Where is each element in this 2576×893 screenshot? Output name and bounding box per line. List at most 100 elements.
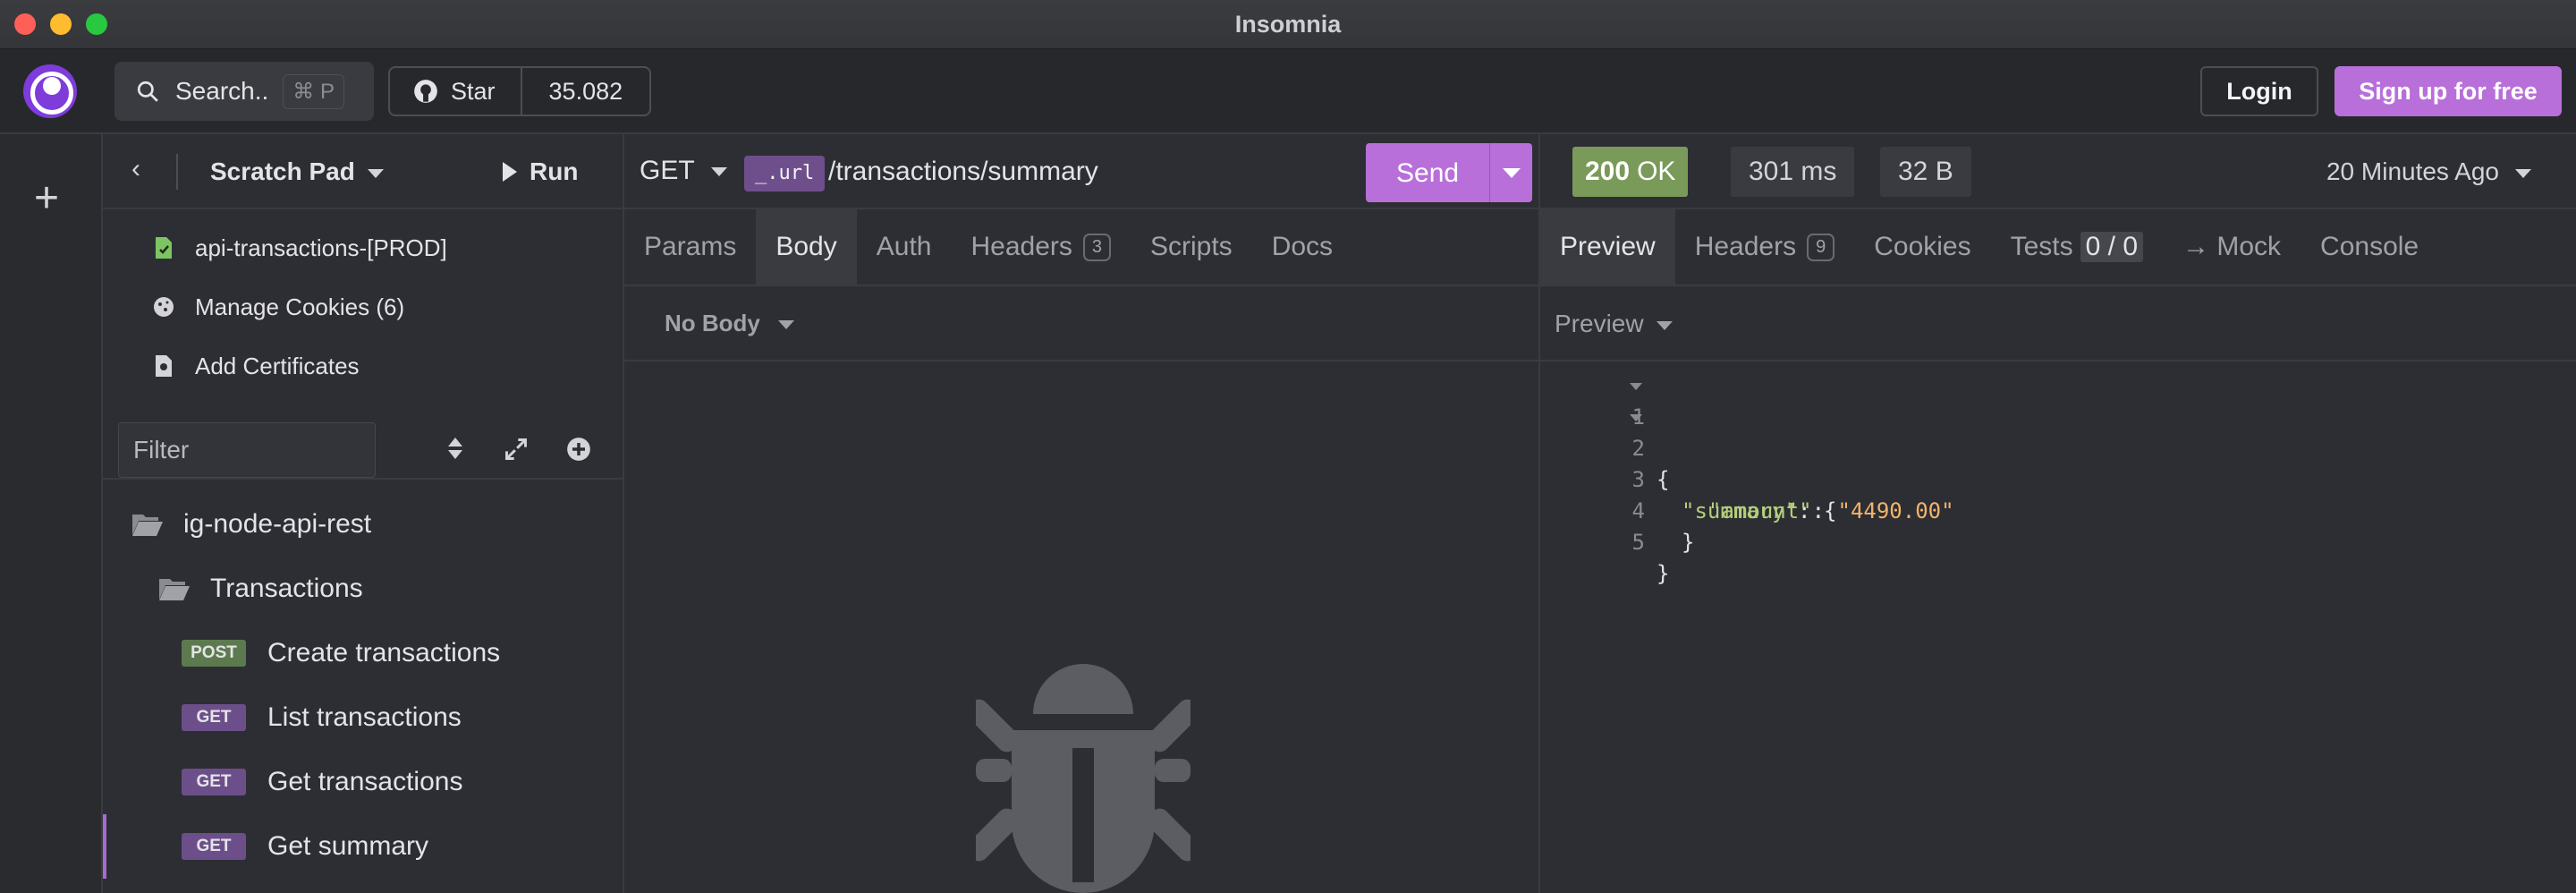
search-shortcut: ⌘ P [283,73,344,109]
env-file-icon [152,236,175,259]
tree-request-active[interactable]: GET Get summary [103,814,624,879]
tab-label: Body [775,232,837,261]
window-title: Insomnia [1234,11,1342,38]
add-icon[interactable]: + [34,177,59,220]
tab-label: Cookies [1874,232,1971,261]
request-name: Get transactions [267,767,463,796]
bug-icon [976,664,1191,893]
search-button[interactable]: Search.. ⌘ P [114,62,374,121]
send-label: Send [1396,158,1460,188]
tab-label: → Mock [2182,232,2282,261]
chevron-down-icon [367,168,384,178]
method-badge: GET [182,704,246,731]
tab-label: Headers [1694,232,1797,261]
folder-open-icon [159,579,190,600]
tree-folder[interactable]: Transactions [103,557,624,621]
response-code-view[interactable]: 1 { 2 "summary": { 3 "amount": "4490.00"… [1540,370,1954,586]
signup-button[interactable]: Sign up for free [2334,66,2562,116]
count-badge: 9 [1807,233,1835,261]
tab-label: Docs [1271,232,1334,261]
request-tree: ig-node-api-rest Transactions POST Creat… [103,492,624,879]
tree-request[interactable]: GET Get transactions [103,750,624,814]
tab-mock[interactable]: → Mock [2163,209,2301,285]
url-input[interactable]: /transactions/summary [828,157,1098,187]
line-number: 5 [1631,530,1645,555]
preview-mode-label: Preview [1555,310,1644,337]
send-button[interactable]: Send [1366,143,1532,202]
tree-project[interactable]: ig-node-api-rest [103,492,624,557]
tab-cookies[interactable]: Cookies [1854,209,1990,285]
collection-dropdown[interactable]: Scratch Pad [210,157,384,186]
tab-response-headers[interactable]: Headers 9 [1675,209,1855,285]
divider [176,154,178,190]
response-tabs: Preview Headers 9 Cookies Tests 0 / 0 → … [1540,209,2576,286]
project-label: ig-node-api-rest [183,509,372,539]
folder-label: Transactions [210,574,363,603]
tree-request[interactable]: GET List transactions [103,685,624,750]
tab-label: Scripts [1150,232,1233,261]
play-icon [503,162,517,182]
tab-body[interactable]: Body [756,209,857,285]
tab-docs[interactable]: Docs [1252,209,1352,285]
fold-arrow-icon[interactable] [1630,414,1642,421]
github-star-button[interactable]: Star [390,68,522,115]
history-dropdown[interactable]: 20 Minutes Ago [2326,157,2531,186]
tab-label: Tests [2010,232,2073,261]
sidebar-link-label: Manage Cookies (6) [195,293,405,320]
response-size: 32 B [1880,147,1971,197]
folder-open-icon [132,515,163,536]
chevron-down-icon [1656,320,1673,330]
expand-all-icon[interactable] [504,437,529,468]
fold-arrow-icon[interactable] [1630,383,1642,390]
request-name: Get summary [267,831,429,861]
collection-label: Scratch Pad [210,157,355,185]
add-certificates-link[interactable]: Add Certificates [103,336,623,395]
star-count[interactable]: 35.082 [522,78,650,106]
preview-mode-dropdown[interactable]: Preview [1555,310,1673,338]
filter-input[interactable]: Filter [118,422,376,478]
status-code: 200 [1585,157,1631,186]
certificate-icon [152,354,175,378]
chevron-down-icon [2515,168,2531,178]
method-dropdown[interactable]: GET [640,156,727,186]
tab-console[interactable]: Console [2301,209,2438,285]
tab-auth[interactable]: Auth [857,209,952,285]
sort-icon[interactable] [447,437,463,466]
body-type-dropdown[interactable]: No Body [665,310,794,337]
tab-scripts[interactable]: Scripts [1131,209,1252,285]
tree-request[interactable]: POST Create transactions [103,621,624,685]
sidebar: ‹ Scratch Pad Run api-transactions-[PROD… [103,134,624,893]
back-icon[interactable]: ‹ [131,154,140,184]
response-time: 301 ms [1731,147,1855,197]
run-button[interactable]: Run [503,157,578,186]
environment-link[interactable]: api-transactions-[PROD] [103,218,623,277]
code-line: 3 "amount": "4490.00" [1540,433,1954,523]
sidebar-link-label: Add Certificates [195,352,360,379]
github-star-group: Star 35.082 [388,66,652,116]
active-indicator [103,814,106,879]
method-badge: POST [182,640,246,667]
tab-label: Auth [876,232,932,261]
url-variable-tag[interactable]: _.url [744,156,826,191]
login-button[interactable]: Login [2200,66,2318,116]
code-text: "amount": "4490.00" [1708,498,1954,523]
tab-label: Headers [970,232,1072,261]
send-options-button[interactable] [1489,143,1532,202]
tab-params[interactable]: Params [624,209,756,285]
method-badge: GET [182,833,246,860]
tab-label: Console [2320,232,2419,261]
manage-cookies-link[interactable]: Manage Cookies (6) [103,277,623,336]
request-name: Create transactions [267,638,501,668]
run-label: Run [530,157,579,185]
insomnia-logo-icon[interactable] [23,64,77,118]
app-header: Search.. ⌘ P Star 35.082 Login Sign up f… [0,49,2576,134]
tab-headers[interactable]: Headers 3 [951,209,1131,285]
chevron-down-icon [777,320,794,330]
left-rail: + [0,134,103,893]
tab-preview[interactable]: Preview [1540,209,1675,285]
tab-label: Params [644,232,737,261]
add-request-icon[interactable] [566,437,591,468]
tab-tests[interactable]: Tests 0 / 0 [1991,209,2163,285]
code-line: 4 } [1540,464,1695,555]
body-type-row: No Body [624,286,1538,361]
